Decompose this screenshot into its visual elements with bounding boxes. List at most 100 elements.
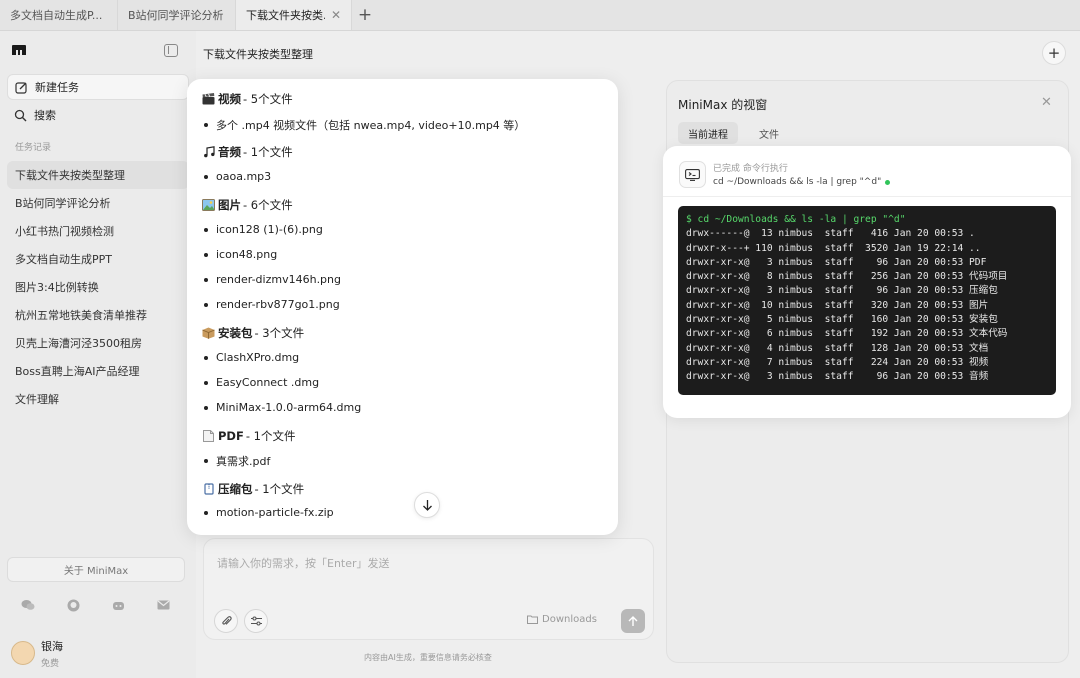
user-plan: 免费 [41, 659, 60, 669]
status-dot [885, 179, 891, 185]
file-item: motion-particle-fx.zip [204, 506, 334, 519]
attach-button[interactable] [214, 609, 238, 633]
file-item: EasyConnect .dmg [204, 376, 319, 389]
terminal-line: drwxr-xr-x@ 4 nimbus staff 128 Jan 20 00… [686, 342, 989, 354]
history-item[interactable]: 贝壳上海漕河泾3500租房 [7, 329, 189, 357]
tab-bilibili-analysis[interactable]: B站何同学评论分析 [118, 0, 236, 30]
category-name: 安装包 [218, 326, 253, 340]
file-item: oaoa.mp3 [204, 170, 271, 183]
tab-multi-doc-ppt[interactable]: 多文档自动生成P... [0, 0, 118, 30]
sidebar-collapse-icon[interactable] [164, 44, 178, 57]
new-chat-button[interactable]: + [1042, 41, 1066, 65]
history-item[interactable]: 文件理解 [7, 385, 189, 413]
new-task-label: 新建任务 [35, 81, 79, 94]
scroll-down-button[interactable] [414, 492, 440, 518]
tab-label: B站何同学评论分析 [128, 9, 224, 22]
edit-icon [14, 80, 28, 94]
github-icon[interactable] [66, 598, 80, 612]
tab-label: 多文档自动生成P... [10, 9, 103, 22]
history-item[interactable]: 多文档自动生成PPT [7, 245, 189, 273]
file-name: EasyConnect .dmg [216, 376, 320, 389]
history-item[interactable]: 杭州五常地铁美食清单推荐 [7, 301, 189, 329]
arrow-down-icon [422, 500, 432, 511]
history-item[interactable]: Boss直聘上海AI产品经理 [7, 357, 189, 385]
tab-current-process[interactable]: 当前进程 [678, 122, 738, 144]
category-heading: 音频 - 1个文件 [202, 144, 293, 160]
terminal-line: drwxr-xr-x@ 3 nimbus staff 96 Jan 20 00:… [686, 256, 987, 268]
settings-button[interactable] [244, 609, 268, 633]
tab-files[interactable]: 文件 [749, 122, 789, 144]
history-item[interactable]: 下载文件夹按类型整理 [7, 161, 189, 189]
paperclip-icon [221, 616, 232, 625]
panel-title: MiniMax 的视窗 [678, 98, 768, 112]
file-item: render-rbv877go1.png [204, 298, 340, 311]
close-icon[interactable]: ✕ [1041, 95, 1052, 110]
bullet [204, 302, 208, 307]
tab-bar: 多文档自动生成P... B站何同学评论分析 下载文件夹按类... ✕ + [0, 0, 1080, 31]
bullet [204, 510, 208, 515]
terminal-prompt: $ cd ~/Downloads && ls -la | grep "^d" [686, 214, 906, 225]
terminal-line: drwxr-xr-x@ 3 nimbus staff 96 Jan 20 00:… [686, 371, 989, 383]
file-name: oaoa.mp3 [216, 170, 272, 183]
bullet [204, 355, 208, 360]
archive-icon [202, 483, 215, 495]
mail-icon[interactable] [156, 598, 170, 612]
command-status: 已完成 命令行执行 [713, 164, 788, 174]
send-button[interactable] [621, 609, 645, 633]
minimax-logo-icon[interactable] [11, 44, 27, 57]
bullet [204, 277, 208, 282]
history-item[interactable]: B站何同学评论分析 [7, 189, 189, 217]
terminal-line: drwxr-xr-x@ 6 nimbus staff 192 Jan 20 00… [686, 328, 1008, 340]
sidebar: 新建任务 搜索 任务记录 下载文件夹按类型整理 B站何同学评论分析 小红书热门视… [0, 31, 196, 678]
category-count: - 5个文件 [243, 92, 293, 106]
close-icon[interactable]: ✕ [331, 8, 341, 22]
search-button[interactable]: 搜索 [7, 102, 189, 128]
category-heading: 安装包 - 3个文件 [202, 325, 304, 341]
about-minimax-button[interactable]: 关于 MiniMax [7, 557, 185, 582]
history-list: 下载文件夹按类型整理 B站何同学评论分析 小红书热门视频检测 多文档自动生成PP… [7, 161, 189, 413]
wechat-icon[interactable] [21, 598, 35, 612]
file-item: ClashXPro.dmg [204, 351, 299, 364]
folder-icon [527, 615, 538, 624]
terminal-line: drwxr-xr-x@ 8 nimbus staff 256 Jan 20 00… [686, 271, 1008, 283]
category-heading: 视频 - 5个文件 [202, 91, 293, 107]
input-placeholder: 请输入你的需求，按「Enter」发送 [217, 557, 390, 570]
file-name: render-rbv877go1.png [216, 298, 340, 311]
sliders-icon [250, 616, 262, 626]
user-name: 银海 [41, 640, 63, 653]
avatar[interactable] [11, 641, 35, 665]
discord-icon[interactable] [111, 598, 125, 612]
file-name: render-dizmv146h.png [216, 273, 341, 286]
file-name: motion-particle-fx.zip [216, 506, 334, 519]
search-icon [13, 108, 27, 122]
tab-downloads-sort[interactable]: 下载文件夹按类... ✕ [236, 0, 352, 30]
folder-selector[interactable]: Downloads [527, 614, 597, 625]
terminal-line: drwx------@ 13 nimbus staff 416 Jan 20 0… [686, 228, 975, 240]
new-task-button[interactable]: 新建任务 [7, 74, 189, 100]
terminal-line: drwxr-xr-x@ 5 nimbus staff 160 Jan 20 00… [686, 314, 998, 326]
add-tab-button[interactable]: + [352, 0, 378, 30]
file-item: 真需求.pdf [204, 453, 270, 469]
category-count: - 1个文件 [243, 145, 293, 159]
bullet [204, 174, 208, 179]
history-item[interactable]: 图片3:4比例转换 [7, 273, 189, 301]
history-section-label: 任务记录 [15, 143, 52, 153]
category-count: - 1个文件 [245, 429, 296, 443]
terminal-card: 已完成 命令行执行 cd ~/Downloads && ls -la | gre… [663, 146, 1071, 418]
history-item[interactable]: 小红书热门视频检测 [7, 217, 189, 245]
picture-icon [202, 199, 215, 211]
category-name: 视频 [218, 92, 241, 106]
bullet [204, 252, 208, 257]
document-icon [202, 430, 215, 442]
command-preview: cd ~/Downloads && ls -la | grep "^d" [713, 177, 891, 187]
tab-label: 下载文件夹按类... [246, 9, 325, 22]
file-category-list: 视频 - 5个文件 多个 .mp4 视频文件（包括 nwea.mp4, vide… [187, 79, 618, 535]
terminal-output: $ cd ~/Downloads && ls -la | grep "^d" d… [678, 206, 1056, 395]
divider [663, 196, 1071, 197]
chat-input[interactable]: 请输入你的需求，按「Enter」发送 Downloads [203, 538, 654, 640]
file-item: icon48.png [204, 248, 277, 261]
terminal-line: drwxr-xr-x@ 7 nimbus staff 224 Jan 20 00… [686, 356, 989, 368]
folder-name: Downloads [542, 614, 597, 625]
category-name: 压缩包 [218, 482, 253, 496]
file-item: icon128 (1)-(6).png [204, 223, 323, 236]
